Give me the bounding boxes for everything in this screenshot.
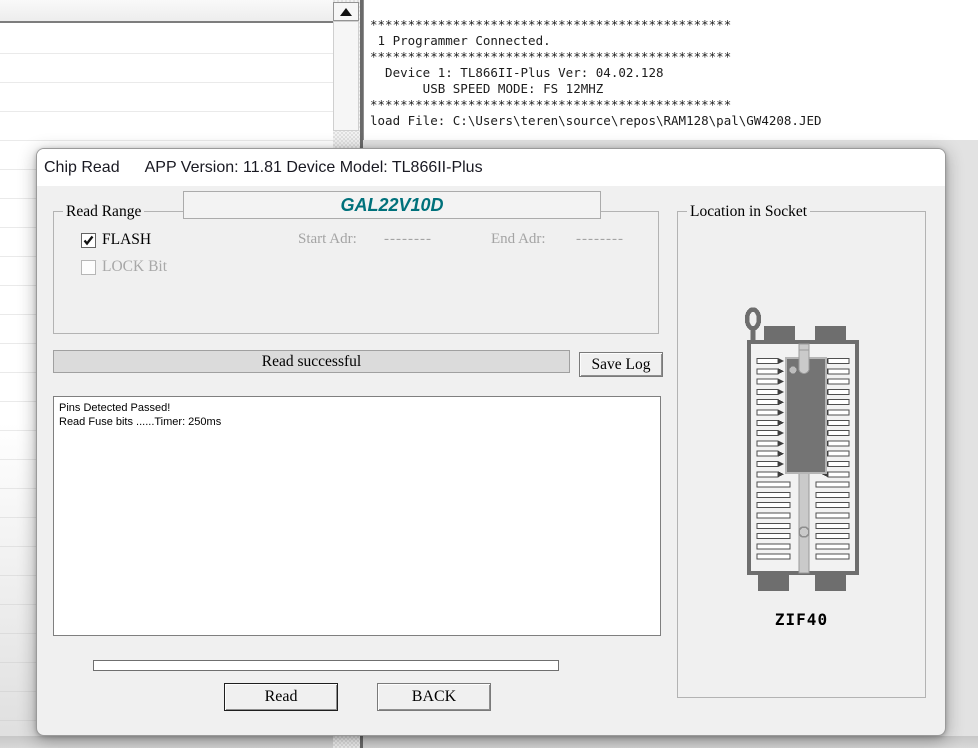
- check-icon: [82, 234, 95, 247]
- end-adr-label: End Adr:: [491, 231, 546, 248]
- console-line: Device 1: TL866II-Plus Ver: 04.02.128: [370, 65, 978, 81]
- device-name-tab: GAL22V10D: [183, 191, 601, 219]
- scrollbar-thumb[interactable]: [333, 21, 359, 131]
- operation-log[interactable]: Pins Detected Passed!Read Fuse bits ....…: [53, 396, 661, 636]
- console-line: ****************************************…: [370, 49, 978, 65]
- chip-read-dialog: Chip Read APP Version: 11.81 Device Mode…: [36, 148, 946, 736]
- start-adr-value: --------: [384, 231, 432, 248]
- window-bottom-strip: [0, 736, 978, 748]
- back-button[interactable]: BACK: [377, 683, 491, 711]
- start-adr-label: Start Adr:: [298, 231, 357, 248]
- console-line: 1 Programmer Connected.: [370, 33, 978, 49]
- log-line: Read Fuse bits ......Timer: 250ms: [59, 415, 655, 429]
- read-button-label: Read: [265, 688, 298, 706]
- dialog-subtitle: APP Version: 11.81 Device Model: TL866II…: [145, 159, 483, 177]
- lock-bit-checkbox-label: LOCK Bit: [102, 258, 167, 276]
- console-log: ****************************************…: [363, 0, 978, 140]
- back-button-label: BACK: [412, 688, 456, 706]
- progress-bar: [93, 660, 559, 671]
- status-message: Read successful: [262, 353, 361, 371]
- location-in-socket-label: Location in Socket: [687, 203, 810, 220]
- dialog-title-bar: Chip Read APP Version: 11.81 Device Mode…: [37, 149, 945, 186]
- arrow-up-icon: [340, 8, 352, 16]
- device-name: GAL22V10D: [340, 195, 443, 216]
- console-line: ****************************************…: [370, 97, 978, 113]
- status-bar: Read successful: [53, 350, 570, 373]
- dialog-title: Chip Read: [44, 159, 120, 177]
- end-adr-value: --------: [576, 231, 624, 248]
- lock-bit-checkbox: [81, 260, 96, 275]
- scroll-up-button[interactable]: [333, 2, 359, 21]
- app-window: ****************************************…: [0, 0, 978, 748]
- read-range-label: Read Range: [63, 203, 144, 220]
- socket-name: ZIF40: [678, 610, 925, 629]
- read-button[interactable]: Read: [224, 683, 338, 711]
- flash-checkbox-label: FLASH: [102, 231, 151, 249]
- location-in-socket-group: Location in Socket: [677, 211, 926, 698]
- save-log-label: Save Log: [592, 356, 651, 374]
- log-line: Pins Detected Passed!: [59, 401, 655, 415]
- device-list-header: [0, 0, 333, 23]
- flash-checkbox[interactable]: [81, 233, 96, 248]
- save-log-button[interactable]: Save Log: [579, 352, 663, 377]
- console-line: ****************************************…: [370, 17, 978, 33]
- console-line: USB SPEED MODE: FS 12MHZ: [370, 81, 978, 97]
- zif-socket-icon: [737, 300, 867, 600]
- console-line: load File: C:\Users\teren\source\repos\R…: [370, 113, 978, 129]
